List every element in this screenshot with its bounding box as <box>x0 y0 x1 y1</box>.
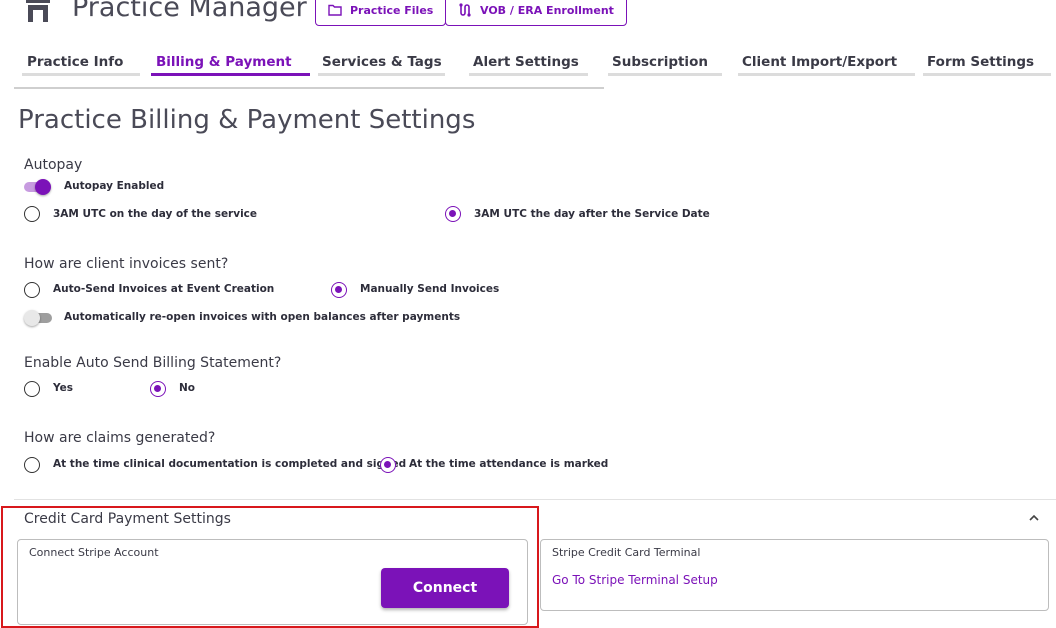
folder-icon <box>328 4 342 16</box>
store-icon <box>26 0 50 22</box>
tab-services-tags-underline <box>318 73 445 76</box>
section-divider <box>14 499 1056 500</box>
reopen-invoices-label: Automatically re-open invoices with open… <box>64 311 461 323</box>
radio-manually-send-invoices[interactable] <box>331 282 347 298</box>
radio-autopay-day-after-service-label: 3AM UTC the day after the Service Date <box>474 208 710 220</box>
radio-claims-documentation[interactable] <box>24 457 40 473</box>
tab-alert-settings-underline <box>469 73 588 76</box>
tab-subscription[interactable]: Subscription <box>612 54 708 70</box>
autopay-toggle-thumb <box>35 179 51 195</box>
radio-auto-send-invoices[interactable] <box>24 282 40 298</box>
radio-autopay-day-after-service[interactable] <box>445 206 461 222</box>
tab-client-import-export[interactable]: Client Import/Export <box>742 54 897 70</box>
page-title: Practice Manager <box>72 0 307 23</box>
radio-statement-yes-label: Yes <box>53 382 74 394</box>
tab-form-settings[interactable]: Form Settings <box>927 54 1034 70</box>
tab-form-settings-underline <box>923 73 1051 76</box>
radio-manually-send-invoices-label: Manually Send Invoices <box>360 283 500 295</box>
tab-services-tags[interactable]: Services & Tags <box>322 54 442 70</box>
autopay-toggle[interactable] <box>24 178 54 196</box>
autopay-label: Autopay <box>24 157 83 173</box>
reopen-toggle-thumb <box>24 310 40 326</box>
tab-practice-info-underline <box>22 73 140 76</box>
tab-alert-settings[interactable]: Alert Settings <box>473 54 579 70</box>
tab-billing-payment[interactable]: Billing & Payment <box>156 54 292 70</box>
radio-claims-documentation-label: At the time clinical documentation is co… <box>53 458 407 470</box>
tab-subscription-underline <box>608 73 722 76</box>
claims-label: How are claims generated? <box>24 430 216 446</box>
tab-client-import-export-underline <box>738 73 915 76</box>
vob-era-enrollment-label: VOB / ERA Enrollment <box>480 3 614 17</box>
radio-claims-attendance-label: At the time attendance is marked <box>409 458 609 470</box>
section-title: Practice Billing & Payment Settings <box>18 105 476 135</box>
route-icon <box>459 3 471 17</box>
reopen-invoices-toggle[interactable] <box>24 309 54 327</box>
tabs-divider <box>14 87 604 89</box>
radio-autopay-day-of-service[interactable] <box>24 206 40 222</box>
autopay-toggle-label: Autopay Enabled <box>64 180 165 192</box>
invoices-label: How are client invoices sent? <box>24 256 229 272</box>
chevron-up-icon[interactable] <box>1028 513 1040 523</box>
radio-statement-no-label: No <box>179 382 196 394</box>
stripe-terminal-label: Stripe Credit Card Terminal <box>552 546 701 559</box>
radio-statement-no[interactable] <box>150 381 166 397</box>
tab-practice-info[interactable]: Practice Info <box>27 54 123 70</box>
stripe-terminal-setup-link[interactable]: Go To Stripe Terminal Setup <box>552 573 718 587</box>
radio-claims-attendance[interactable] <box>380 457 396 473</box>
highlight-box <box>1 506 539 628</box>
billing-statement-label: Enable Auto Send Billing Statement? <box>24 355 282 371</box>
practice-files-button[interactable]: Practice Files <box>315 0 447 26</box>
radio-autopay-day-of-service-label: 3AM UTC on the day of the service <box>53 208 258 220</box>
tab-billing-payment-underline <box>151 73 310 76</box>
radio-statement-yes[interactable] <box>24 381 40 397</box>
vob-era-enrollment-button[interactable]: VOB / ERA Enrollment <box>445 0 627 26</box>
radio-auto-send-invoices-label: Auto-Send Invoices at Event Creation <box>53 283 275 295</box>
practice-files-label: Practice Files <box>350 3 434 17</box>
